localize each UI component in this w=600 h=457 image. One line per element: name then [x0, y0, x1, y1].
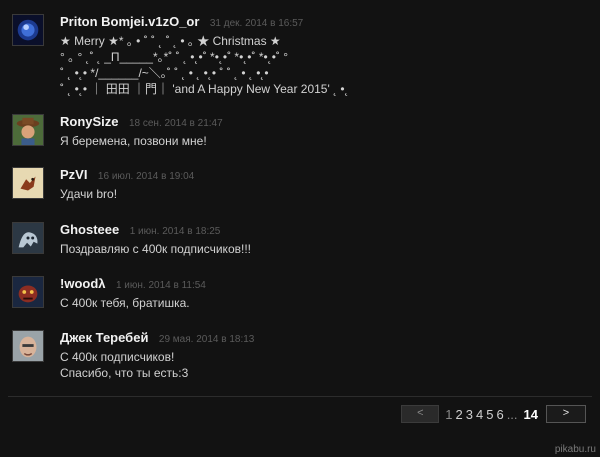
avatar-blue-orb-icon: [13, 15, 43, 45]
avatar-ghost-icon: [13, 223, 43, 253]
page-link[interactable]: 4: [476, 407, 483, 422]
comment-text: Поздравляю с 400к подписчиков!!!: [60, 242, 251, 256]
comment-author[interactable]: Джек Теребей: [60, 330, 148, 345]
comment-text: С 400к подписчиков! Спасибо, что ты есть…: [60, 350, 189, 380]
page-ellipsis: ...: [506, 406, 518, 422]
next-page-button[interactable]: >: [546, 405, 586, 423]
comment-text: Удачи bro!: [60, 187, 118, 201]
page-link[interactable]: 5: [486, 407, 493, 422]
comment-text: ★ Merry ★* ｡ • ˚ ˚ ˛ ˚ ˛ • ｡ ★ Christmas…: [60, 34, 349, 96]
comment-date: 29 мая. 2014 в 18:13: [158, 334, 255, 345]
comment-date: 31 дек. 2014 в 16:57: [209, 18, 304, 29]
avatar[interactable]: [12, 167, 44, 199]
comment-date: 16 июл. 2014 в 19:04: [97, 171, 195, 182]
avatar-man-face-icon: [13, 331, 43, 361]
pagination: < 1 2 3 4 5 6 ... 14 >: [401, 405, 586, 423]
comment-author[interactable]: Priton Bomjei.v1zO_or: [60, 14, 199, 29]
divider: [8, 396, 592, 397]
avatar[interactable]: [12, 276, 44, 308]
page-link-last[interactable]: 14: [524, 407, 538, 422]
avatar-dragon-icon: [13, 168, 43, 198]
page-links: 1 2 3 4 5 6 ... 14: [445, 407, 541, 422]
comment-date: 18 сен. 2014 в 21:47: [128, 118, 223, 129]
comment-date: 1 июн. 2014 в 18:25: [129, 226, 221, 237]
avatar[interactable]: [12, 330, 44, 362]
avatar-red-creature-icon: [13, 277, 43, 307]
comment-author[interactable]: RonySize: [60, 114, 119, 129]
comment-date: 1 июн. 2014 в 11:54: [115, 280, 206, 291]
page-link[interactable]: 2: [456, 407, 463, 422]
comment-text: С 400к тебя, братишка.: [60, 296, 190, 310]
comment-text: Я беремена, позвони мне!: [60, 134, 207, 148]
page-link[interactable]: 3: [466, 407, 473, 422]
page-link[interactable]: 6: [496, 407, 503, 422]
page-link-current[interactable]: 1: [445, 407, 452, 422]
avatar[interactable]: [12, 222, 44, 254]
comment-author[interactable]: Ghosteee: [60, 222, 119, 237]
avatar[interactable]: [12, 14, 44, 46]
comment-author[interactable]: !woodλ: [60, 276, 106, 291]
avatar[interactable]: [12, 114, 44, 146]
watermark: pikabu.ru: [554, 444, 596, 455]
comment-author[interactable]: PzVI: [60, 167, 87, 182]
avatar-cowboy-icon: [13, 115, 43, 145]
prev-page-button[interactable]: <: [401, 405, 440, 423]
